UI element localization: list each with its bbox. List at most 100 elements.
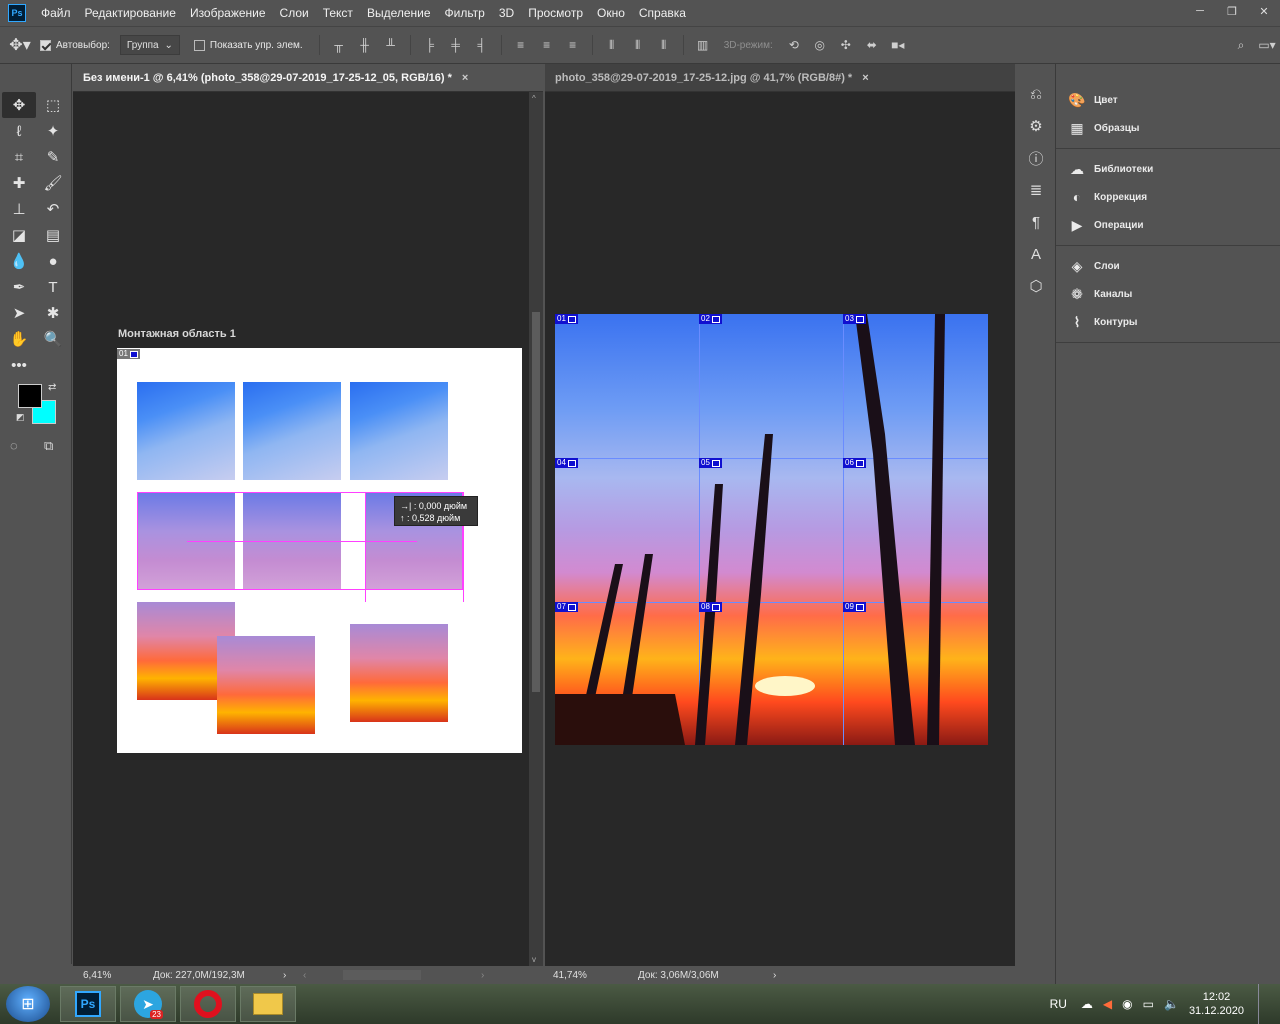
slice-label[interactable]: 06 [843, 458, 866, 468]
screen-mode-icon[interactable]: ⧉ [44, 438, 53, 454]
brush-settings-icon[interactable]: ≣ [1016, 174, 1056, 206]
menu-layers[interactable]: Слои [273, 0, 316, 26]
quick-mask-icon[interactable]: ◌ [10, 438, 18, 453]
drag-3d-icon[interactable]: ✣ [833, 35, 859, 55]
lasso-tool-icon[interactable]: ℓ [2, 118, 36, 144]
roll-3d-icon[interactable]: ◎ [807, 35, 833, 55]
scale-3d-icon[interactable]: ■◂ [885, 35, 911, 55]
custom-shape-tool-icon[interactable]: ✱ [36, 300, 70, 326]
photoshop-logo[interactable]: Ps [8, 4, 26, 22]
language-indicator[interactable]: RU [1050, 997, 1067, 1011]
move-tool-preset-icon[interactable]: ✥▾ [0, 35, 40, 55]
eyedropper-tool-icon[interactable]: ✎ [36, 144, 70, 170]
blur-tool-icon[interactable]: 💧 [2, 248, 36, 274]
color-swatches[interactable]: ⇄ ◩ [16, 382, 60, 426]
image-tile[interactable] [350, 624, 448, 722]
zoom-level[interactable]: 6,41% [83, 970, 153, 981]
menu-image[interactable]: Изображение [183, 0, 273, 26]
slice-label[interactable]: 03 [843, 314, 866, 324]
healing-brush-tool-icon[interactable]: ✚ [2, 170, 36, 196]
info-icon[interactable]: ⓘ [1016, 142, 1056, 174]
tab-document-photo[interactable]: photo_358@29-07-2019_17-25-12.jpg @ 41,7… [545, 64, 1015, 92]
close-icon[interactable]: ✕ [1248, 0, 1280, 22]
slice-label[interactable]: 08 [699, 602, 722, 612]
slice-label[interactable]: 07 [555, 602, 578, 612]
show-transform-checkbox[interactable] [193, 39, 205, 51]
image-tile[interactable] [243, 382, 341, 480]
orbit-3d-icon[interactable]: ⟲ [781, 35, 807, 55]
slice-label[interactable]: 04 [555, 458, 578, 468]
magic-wand-tool-icon[interactable]: ✦ [36, 118, 70, 144]
path-selection-tool-icon[interactable]: ➤ [2, 300, 36, 326]
autoselect-dropdown[interactable]: Группа ⌄ [119, 35, 180, 55]
horizontal-scroll-thumb[interactable] [343, 970, 421, 980]
taskbar-photoshop[interactable]: Ps [60, 986, 116, 1022]
pen-tool-icon[interactable]: ✒ [2, 274, 36, 300]
brush-tool-icon[interactable]: 🖌 [36, 170, 70, 196]
scroll-right-icon[interactable]: › [481, 970, 484, 981]
start-button[interactable]: ⊞ [6, 986, 50, 1022]
panel-libraries[interactable]: ☁ Библиотеки [1056, 155, 1280, 183]
artboard-tool-icon[interactable]: ⬚ [36, 92, 70, 118]
menu-select[interactable]: Выделение [360, 0, 438, 26]
slice-label[interactable]: 09 [843, 602, 866, 612]
scroll-thumb[interactable] [532, 312, 540, 692]
crop-tool-icon[interactable]: ⌗ [2, 144, 36, 170]
character-icon[interactable]: A [1016, 238, 1056, 270]
default-colors-icon[interactable]: ◩ [16, 412, 25, 423]
foreground-color[interactable] [18, 384, 42, 408]
menu-3d[interactable]: 3D [492, 0, 521, 26]
image-tile[interactable] [137, 382, 235, 480]
taskbar-explorer[interactable] [240, 986, 296, 1022]
menu-help[interactable]: Справка [632, 0, 693, 26]
distribute-vcenter-icon[interactable]: ≡ [534, 35, 560, 55]
align-right-icon[interactable]: ╡ [469, 35, 495, 55]
align-vcenter-icon[interactable]: ╫ [352, 35, 378, 55]
eraser-tool-icon[interactable]: ◪ [2, 222, 36, 248]
menu-edit[interactable]: Редактирование [78, 0, 183, 26]
history-icon[interactable]: ⎌ [1016, 78, 1056, 110]
taskbar-telegram[interactable]: ➤ 23 [120, 986, 176, 1022]
slide-3d-icon[interactable]: ⬌ [859, 35, 885, 55]
image-tile[interactable] [217, 636, 315, 734]
distribute-right-icon[interactable]: ⫴ [651, 35, 677, 55]
zoom-tool-icon[interactable]: 🔍 [36, 326, 70, 352]
canvas-right[interactable]: 01 02 03 04 05 06 07 08 09 [545, 92, 997, 966]
canvas-left[interactable]: Монтажная область 1 01 →| : 0,000 дюйм ↑… [73, 92, 529, 966]
menu-view[interactable]: Просмотр [521, 0, 590, 26]
slice-label[interactable]: 02 [699, 314, 722, 324]
artboard-title[interactable]: Монтажная область 1 [118, 328, 236, 340]
align-top-icon[interactable]: ╥ [326, 35, 352, 55]
clone-stamp-tool-icon[interactable]: ⊥ [2, 196, 36, 222]
menu-window[interactable]: Окно [590, 0, 632, 26]
network-icon[interactable]: ▭ [1143, 997, 1154, 1011]
align-hcenter-icon[interactable]: ╪ [443, 35, 469, 55]
tray-chat-icon[interactable]: ◉ [1122, 997, 1132, 1011]
status-menu-arrow-icon[interactable]: › [283, 970, 303, 981]
scroll-up-icon[interactable]: ^ [532, 94, 536, 103]
clock[interactable]: 12:02 31.12.2020 [1189, 990, 1244, 1018]
volume-icon[interactable]: 🔈 [1164, 997, 1179, 1011]
autoselect-checkbox[interactable] [40, 39, 51, 51]
status-menu-arrow-icon[interactable]: › [773, 970, 776, 981]
distribute-top-icon[interactable]: ≡ [508, 35, 534, 55]
slice-label[interactable]: 01 [555, 314, 578, 324]
close-tab-icon[interactable]: × [862, 72, 868, 84]
taskbar-opera[interactable] [180, 986, 236, 1022]
scroll-left-icon[interactable]: ‹ [303, 970, 343, 981]
paragraph-icon[interactable]: ¶ [1016, 206, 1056, 238]
hand-tool-icon[interactable]: ✋ [2, 326, 36, 352]
search-icon[interactable]: ⌕ [1228, 35, 1254, 55]
more-tools-icon[interactable]: ••• [2, 352, 36, 378]
panel-color[interactable]: 🎨 Цвет [1056, 86, 1280, 114]
gradient-tool-icon[interactable]: ▤ [36, 222, 70, 248]
menu-filter[interactable]: Фильтр [438, 0, 492, 26]
auto-align-icon[interactable]: ▥ [690, 35, 716, 55]
history-brush-tool-icon[interactable]: ↶ [36, 196, 70, 222]
3d-icon[interactable]: ⬡ [1016, 270, 1056, 302]
swap-colors-icon[interactable]: ⇄ [48, 382, 56, 393]
panel-adjustments[interactable]: ◐ Коррекция [1056, 183, 1280, 211]
artboard[interactable]: 01 →| : 0,000 дюйм ↑ : 0,528 дюйм [117, 348, 522, 753]
scroll-down-icon[interactable]: v [532, 955, 536, 964]
restore-icon[interactable]: ❐ [1216, 0, 1248, 22]
